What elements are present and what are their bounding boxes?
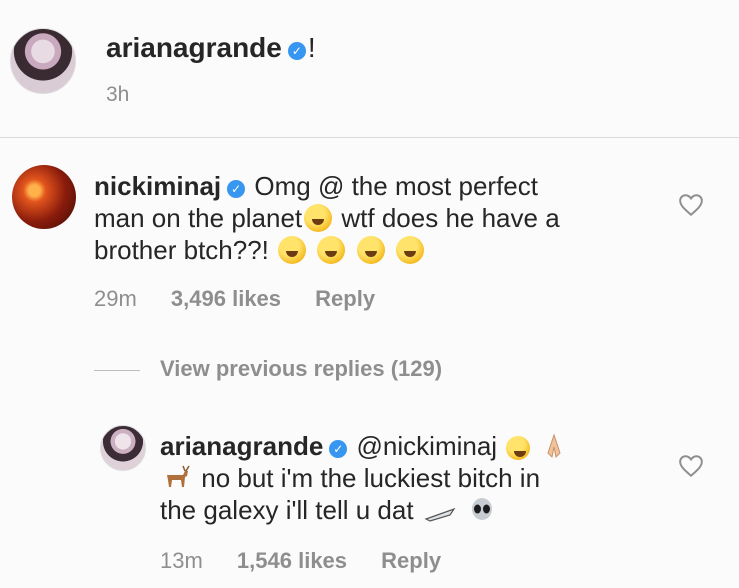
reply-text-line3: the galexy i'll tell u dat <box>160 495 414 525</box>
reply-username[interactable]: arianagrande <box>160 431 323 461</box>
comment-username[interactable]: nickiminaj <box>94 171 221 201</box>
replies-line <box>94 370 140 371</box>
avatar-arianagrande-reply[interactable] <box>100 425 146 471</box>
reply-reply-button[interactable]: Reply <box>381 548 441 574</box>
heart-outline-icon[interactable] <box>678 454 704 478</box>
tears-of-joy-emoji-icon <box>317 236 346 264</box>
praying-hands-emoji-icon <box>546 433 561 459</box>
view-previous-replies-button[interactable]: View previous replies (129) <box>160 356 442 382</box>
comment-reply-button[interactable]: Reply <box>315 286 375 312</box>
flying-saucer-emoji-icon <box>424 507 456 522</box>
heart-outline-icon[interactable] <box>678 193 704 217</box>
verified-badge-icon: ✓ <box>287 42 306 60</box>
comment-nickiminaj: nickiminaj ✓ Omg @ the most perfect man o… <box>94 170 654 266</box>
verified-badge-icon: ✓ <box>329 440 348 458</box>
comment-likes[interactable]: 3,496 likes <box>171 286 281 312</box>
tears-of-joy-emoji-icon <box>356 236 385 264</box>
sweat-smile-emoji-icon <box>304 204 333 232</box>
alien-emoji-icon <box>472 498 493 520</box>
caption-username[interactable]: arianagrande <box>106 32 282 63</box>
reply-likes[interactable]: 1,546 likes <box>237 548 347 574</box>
avatar-arianagrande[interactable] <box>10 28 76 94</box>
caption: arianagrande ✓! <box>106 32 316 64</box>
comment-text-line2a: man on the planet <box>94 203 303 233</box>
weary-emoji-icon <box>278 236 307 264</box>
reply-arianagrande: arianagrande ✓ @nickiminaj no but i'm the… <box>160 430 640 526</box>
divider <box>0 137 739 138</box>
comment-text-line3: brother btch??! <box>94 235 269 265</box>
avatar-nickiminaj[interactable] <box>12 165 76 229</box>
comment-text-line1: Omg @ the most perfect <box>254 171 538 201</box>
verified-badge-icon: ✓ <box>227 180 246 198</box>
see-no-evil-monkey-emoji-icon <box>506 436 531 460</box>
reply-text-line2: no but i'm the luckiest bitch in <box>201 463 541 493</box>
comment-time: 29m <box>94 286 137 311</box>
comment-text-line2b: wtf does he have a <box>341 203 560 233</box>
reply-time: 13m <box>160 548 203 573</box>
reply-meta: 13m 1,546 likes Reply <box>160 548 469 574</box>
reply-mention[interactable]: @nickiminaj <box>357 431 498 461</box>
comment-meta: 29m 3,496 likes Reply <box>94 286 403 312</box>
deer-emoji-icon <box>167 465 190 487</box>
tears-of-joy-emoji-icon <box>395 236 424 264</box>
caption-text: ! <box>307 32 316 63</box>
caption-time: 3h <box>106 83 130 106</box>
